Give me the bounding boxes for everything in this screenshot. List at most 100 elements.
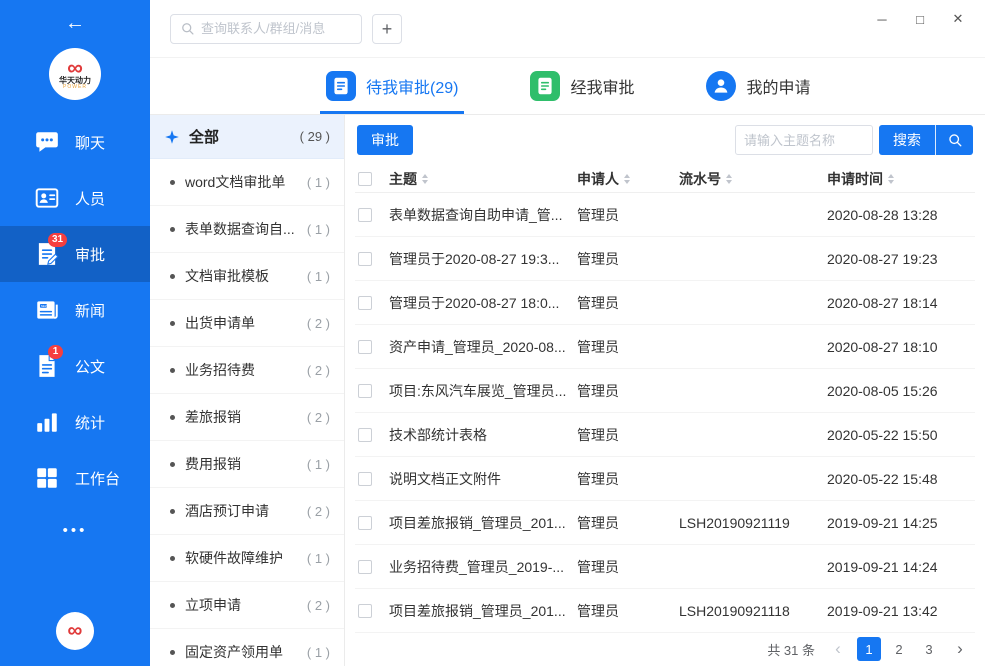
row-checkbox[interactable] (358, 560, 372, 574)
sort-icon[interactable] (624, 174, 630, 184)
table-row[interactable]: 说明文档正文附件管理员2020-05-22 15:48 (355, 457, 975, 501)
row-checkbox[interactable] (358, 252, 372, 266)
row-checkbox[interactable] (358, 208, 372, 222)
table-header: 主题 申请人流水号申请时间 (355, 165, 975, 193)
sort-icon[interactable] (422, 174, 428, 184)
search-button[interactable]: 搜索 (879, 125, 935, 155)
category-item[interactable]: word文档审批单( 1 ) (150, 159, 344, 206)
category-label: 酒店预订申请 (185, 501, 269, 521)
table-row[interactable]: 表单数据查询自助申请_管...管理员2020-08-28 13:28 (355, 193, 975, 237)
tab-bar: 待我审批(29) 经我审批 我的申请 (150, 58, 985, 115)
tab-label: 我的申请 (746, 74, 810, 98)
add-button[interactable]: + (372, 14, 402, 44)
category-item[interactable]: 酒店预订申请( 2 ) (150, 488, 344, 535)
row-checkbox[interactable] (358, 516, 372, 530)
table-row[interactable]: 资产申请_管理员_2020-08...管理员2020-08-27 18:10 (355, 325, 975, 369)
sidebar-item-chat[interactable]: 聊天 (0, 114, 150, 170)
contact-search[interactable] (170, 14, 362, 44)
cell-applicant: 管理员 (577, 293, 679, 313)
notification-badge: 31 (48, 233, 67, 247)
sidebar-item-label: 人员 (75, 188, 105, 209)
table-row[interactable]: 业务招待费_管理员_2019-...管理员2019-09-21 14:24 (355, 545, 975, 589)
category-label: 表单数据查询自... (185, 219, 295, 239)
row-checkbox[interactable] (358, 340, 372, 354)
search-icon-button[interactable] (935, 125, 973, 155)
category-item[interactable]: 固定资产领用单( 1 ) (150, 629, 344, 666)
cell-applicant: 管理员 (577, 249, 679, 269)
bullet-dot (170, 509, 175, 514)
checkbox-cell (355, 604, 389, 618)
sidebar-nav: 聊天人员 31审批NEW新闻1公文统计工作台 (0, 114, 150, 506)
row-checkbox[interactable] (358, 472, 372, 486)
row-checkbox[interactable] (358, 604, 372, 618)
cell-subject: 说明文档正文附件 (389, 469, 577, 489)
category-list: word文档审批单( 1 ) 表单数据查询自... ( 1 ) 文档审批模板( 1 )… (150, 159, 344, 666)
category-item[interactable]: 表单数据查询自... ( 1 ) (150, 206, 344, 253)
subject-search-input[interactable] (735, 125, 873, 155)
page-button-2[interactable]: 2 (887, 637, 911, 661)
sidebar-item-label: 工作台 (75, 468, 120, 489)
minimize-button[interactable]: ─ (863, 0, 901, 38)
column-header[interactable]: 流水号 (679, 169, 827, 189)
close-button[interactable]: ✕ (939, 0, 977, 38)
table-row[interactable]: 项目差旅报销_管理员_201...管理员LSH201909211192019-0… (355, 501, 975, 545)
prev-page-button[interactable]: ‹ (827, 637, 849, 661)
tab-reviewed[interactable]: 经我审批 (530, 58, 634, 114)
row-checkbox[interactable] (358, 428, 372, 442)
column-label: 主题 (389, 169, 417, 189)
sidebar-item-label: 统计 (75, 412, 105, 433)
category-label: 立项申请 (185, 595, 241, 615)
more-menu-button[interactable]: ••• (0, 522, 150, 539)
sidebar-item-workbench[interactable]: 工作台 (0, 450, 150, 506)
bottom-logo-icon[interactable]: ∞ (56, 612, 94, 650)
row-checkbox[interactable] (358, 384, 372, 398)
table-row[interactable]: 项目差旅报销_管理员_201...管理员LSH201909211182019-0… (355, 589, 975, 633)
category-item[interactable]: 立项申请( 2 ) (150, 582, 344, 629)
sidebar-item-people[interactable]: 人员 (0, 170, 150, 226)
my-applications-icon (706, 71, 736, 101)
sort-icon[interactable] (888, 174, 894, 184)
category-item[interactable]: 软硬件故障维护( 1 ) (150, 535, 344, 582)
column-header[interactable]: 申请时间 (827, 169, 975, 189)
sort-icon[interactable] (726, 174, 732, 184)
page-button-3[interactable]: 3 (917, 637, 941, 661)
sidebar-item-stats[interactable]: 统计 (0, 394, 150, 450)
select-all-checkbox[interactable] (358, 172, 372, 186)
cell-applicant: 管理员 (577, 557, 679, 577)
page-buttons: 123 (857, 637, 941, 661)
category-item[interactable]: 出货申请单( 2 ) (150, 300, 344, 347)
column-header[interactable]: 申请人 (577, 169, 679, 189)
pending-approval-icon (326, 71, 356, 101)
cell-applicant: 管理员 (577, 601, 679, 621)
row-checkbox[interactable] (358, 296, 372, 310)
category-label: 软硬件故障维护 (185, 548, 283, 568)
approve-button[interactable]: 审批 (357, 125, 413, 155)
category-item-all[interactable]: 全部 ( 29 ) (150, 115, 344, 159)
maximize-button[interactable]: □ (901, 0, 939, 38)
category-item[interactable]: 业务招待费( 2 ) (150, 347, 344, 394)
sidebar-item-approval[interactable]: 31审批 (0, 226, 150, 282)
back-button[interactable]: ← (0, 0, 150, 46)
category-count: ( 1 ) (301, 645, 330, 660)
category-item[interactable]: 文档审批模板( 1 ) (150, 253, 344, 300)
page-button-1[interactable]: 1 (857, 637, 881, 661)
cell-applicant: 管理员 (577, 337, 679, 357)
category-item[interactable]: 差旅报销( 2 ) (150, 394, 344, 441)
bullet-dot (170, 462, 175, 467)
cell-time: 2020-05-22 15:48 (827, 471, 975, 487)
next-page-button[interactable]: › (949, 637, 971, 661)
total-count-label: 共 31 条 (767, 640, 815, 659)
category-count: ( 1 ) (301, 222, 330, 237)
sidebar-item-docs[interactable]: 1公文 (0, 338, 150, 394)
contact-search-input[interactable] (201, 21, 352, 36)
table-row[interactable]: 管理员于2020-08-27 18:0...管理员2020-08-27 18:1… (355, 281, 975, 325)
column-header[interactable]: 主题 (389, 169, 577, 189)
category-item[interactable]: 费用报销( 1 ) (150, 441, 344, 488)
tab-pending[interactable]: 待我审批(29) (326, 58, 458, 114)
table-row[interactable]: 技术部统计表格管理员2020-05-22 15:50 (355, 413, 975, 457)
table-row[interactable]: 管理员于2020-08-27 19:3...管理员2020-08-27 19:2… (355, 237, 975, 281)
sidebar-item-news[interactable]: NEW新闻 (0, 282, 150, 338)
table-row[interactable]: 项目:东风汽车展览_管理员...管理员2020-08-05 15:26 (355, 369, 975, 413)
tab-my-applications[interactable]: 我的申请 (706, 58, 810, 114)
logo-subtitle: POWER (63, 85, 87, 90)
